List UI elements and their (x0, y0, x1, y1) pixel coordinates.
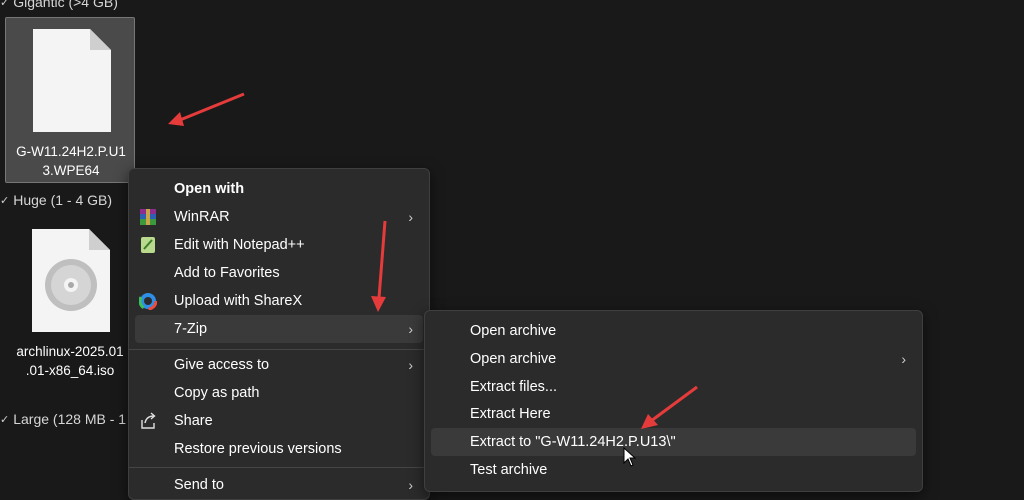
menu-label: WinRAR (174, 209, 230, 225)
menu-item-notepadpp[interactable]: Edit with Notepad++ (135, 231, 423, 259)
file-icon (33, 29, 111, 132)
menu-item-give-access[interactable]: Give access to › (135, 351, 423, 379)
sevenzip-submenu: Open archive Open archive › Extract file… (424, 310, 923, 492)
chevron-down-icon: ✓ (0, 413, 10, 426)
menu-item-copy-path[interactable]: Copy as path (135, 379, 423, 407)
chevron-right-icon: › (408, 209, 413, 225)
file-tile-iso[interactable]: archlinux-2025.01 .01-x86_64.iso (5, 218, 135, 384)
menu-label: Extract Here (470, 406, 551, 422)
group-header-label: Gigantic (>4 GB) (13, 0, 118, 10)
menu-item-send-to[interactable]: Send to › (135, 471, 423, 499)
menu-separator (129, 349, 429, 350)
submenu-item-open-archive[interactable]: Open archive (431, 317, 916, 345)
group-header-gigantic[interactable]: ✓ Gigantic (>4 GB) (0, 0, 118, 10)
file-name-line1: G-W11.24H2.P.U1 (16, 144, 126, 159)
menu-label: Share (174, 413, 213, 429)
submenu-item-extract-to[interactable]: Extract to "G-W11.24H2.P.U13\" (431, 428, 916, 456)
chevron-right-icon: › (408, 321, 413, 337)
file-name-line2: 3.WPE64 (42, 163, 100, 178)
chevron-right-icon: › (901, 351, 906, 367)
context-menu: Open with WinRAR › Edit with Notepad++ A… (128, 168, 430, 500)
menu-label: Extract files... (470, 379, 558, 395)
menu-label: Extract to "G-W11.24H2.P.U13\" (470, 434, 676, 450)
notepad-plus-plus-icon (141, 237, 155, 253)
submenu-item-extract-files[interactable]: Extract files... (431, 373, 916, 401)
group-header-label: Large (128 MB - 1 (13, 411, 127, 427)
share-icon (141, 412, 156, 429)
menu-label: Give access to (174, 357, 270, 373)
group-header-label: Huge (1 - 4 GB) (13, 192, 113, 208)
sharex-icon (139, 292, 157, 310)
menu-label: 7-Zip (174, 321, 208, 337)
winrar-icon (140, 209, 156, 225)
menu-item-add-favorites[interactable]: Add to Favorites (135, 259, 423, 287)
menu-label: Add to Favorites (174, 265, 280, 281)
menu-label: Restore previous versions (174, 441, 342, 457)
menu-label: Edit with Notepad++ (174, 237, 305, 253)
group-header-huge[interactable]: ✓ Huge (1 - 4 GB) (0, 192, 112, 208)
submenu-item-test-archive[interactable]: Test archive (431, 456, 916, 484)
submenu-item-open-archive-more[interactable]: Open archive › (431, 345, 916, 373)
chevron-right-icon: › (408, 477, 413, 493)
menu-item-share[interactable]: Share (135, 407, 423, 435)
file-tile-wpe[interactable]: G-W11.24H2.P.U1 3.WPE64 (5, 17, 135, 183)
menu-label: Copy as path (174, 385, 260, 401)
menu-label: Open with (174, 181, 245, 197)
menu-item-winrar[interactable]: WinRAR › (135, 203, 423, 231)
group-header-large[interactable]: ✓ Large (128 MB - 1 (0, 411, 126, 427)
menu-item-open-with[interactable]: Open with (135, 175, 423, 203)
menu-label: Test archive (470, 462, 548, 478)
mouse-cursor-icon (623, 447, 637, 467)
submenu-item-extract-here[interactable]: Extract Here (431, 400, 916, 428)
disc-image-icon (32, 229, 110, 332)
file-name-line2: .01-x86_64.iso (25, 363, 115, 378)
menu-item-7zip[interactable]: 7-Zip › (135, 315, 423, 343)
menu-separator (129, 467, 429, 468)
annotation-arrow-icon (168, 92, 245, 126)
chevron-down-icon: ✓ (0, 194, 10, 207)
menu-label: Send to (174, 477, 224, 493)
chevron-down-icon: ✓ (0, 0, 10, 9)
menu-item-sharex[interactable]: Upload with ShareX (135, 287, 423, 315)
menu-label: Upload with ShareX (174, 293, 303, 309)
menu-item-restore-versions[interactable]: Restore previous versions (135, 435, 423, 463)
menu-label: Open archive (470, 351, 557, 367)
menu-label: Open archive (470, 323, 557, 339)
file-name-line1: archlinux-2025.01 (16, 344, 124, 359)
chevron-right-icon: › (408, 357, 413, 373)
